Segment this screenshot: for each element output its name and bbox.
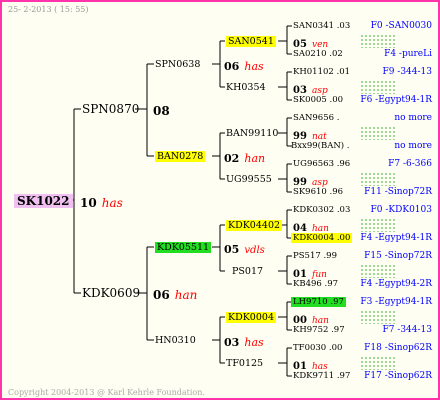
gen4-id[interactable]: PS517 .99 (293, 250, 337, 263)
dot-filler (360, 34, 396, 48)
dot-filler (360, 172, 396, 186)
gen2-id[interactable]: SPN0638 (155, 58, 200, 71)
root-node[interactable]: SK1022 (14, 193, 73, 208)
header-timestamp: 25- 2-2013 ( 15: 55) (8, 5, 89, 14)
gen4-id[interactable]: SAN9656 . (293, 112, 339, 125)
gen4-id[interactable]: KDK0004 .00 (291, 232, 353, 245)
gen3-id-text: KDK0004 (226, 312, 276, 323)
gen3-id[interactable]: KDK04402 (226, 219, 283, 232)
gen2-trait: has (244, 60, 264, 73)
gen3-id-text: KDK04402 (226, 220, 283, 231)
gen4-ref: no more (394, 113, 432, 123)
root-info: 10 has (80, 195, 123, 210)
gen4-ref: no more (394, 141, 432, 151)
root-trait: has (101, 196, 123, 210)
gen4-ref[interactable]: F4 -Egypt94-2R (360, 278, 432, 291)
gen4-id[interactable]: UG96563 .96 (293, 158, 350, 171)
gen2-trait: vdls (244, 245, 265, 256)
gen2-id-text: BAN0278 (155, 151, 206, 162)
gen4-ref[interactable]: F17 -Sinop62R (364, 370, 432, 383)
dot-filler (360, 80, 396, 94)
gen3-id[interactable]: KH0354 (226, 81, 266, 94)
dot-filler (360, 264, 396, 278)
dot-filler (360, 356, 396, 370)
gen3-id[interactable]: TF0125 (226, 357, 263, 370)
gen1-num: 08 (153, 104, 170, 118)
gen4-ref[interactable]: F0 -KDK0103 (371, 204, 432, 217)
gen4-id[interactable]: KH9752 .97 (293, 324, 345, 337)
gen4-id[interactable]: Bxx99(BAN) . (291, 140, 350, 153)
gen2-info: 02 han (224, 150, 265, 165)
root-num: 10 (80, 196, 97, 210)
gen2-num: 02 (224, 152, 240, 165)
gen2-id[interactable]: BAN0278 (155, 150, 206, 163)
root-id: SK1022 (14, 194, 73, 208)
gen4-ref[interactable]: F3 -Egypt94-1R (360, 296, 432, 309)
gen1-trait: han (174, 288, 198, 302)
gen3-id-text: SAN0541 (226, 36, 276, 47)
gen2-trait: han (244, 152, 266, 165)
dot-filler (360, 126, 396, 140)
gen4-id[interactable]: SK0005 .00 (293, 94, 343, 107)
copyright-footer: Copyright 2004-2013 @ Karl Kehrle Founda… (8, 388, 205, 397)
gen1-id[interactable]: SPN0870 (82, 103, 139, 116)
gen4-id-text: LH9710 .97 (291, 297, 346, 307)
gen2-id[interactable]: KDK05511 (155, 241, 212, 254)
dot-filler (360, 310, 396, 324)
gen4-id[interactable]: LH9710 .97 (291, 296, 346, 309)
gen2-num: 06 (224, 60, 240, 73)
gen2-id[interactable]: HN0310 (155, 334, 196, 347)
dot-filler (360, 218, 396, 232)
gen3-id[interactable]: PS017 (232, 265, 263, 278)
gen4-ref[interactable]: F7 -6-366 (388, 158, 432, 171)
gen4-id[interactable]: KH01102 .01 (293, 66, 350, 79)
gen4-id[interactable]: KDK9711 .97 (293, 370, 350, 383)
gen3-id[interactable]: SAN0541 (226, 35, 276, 48)
gen4-ref[interactable]: F4 -pureLi (384, 48, 432, 61)
gen1-id[interactable]: KDK0609 (82, 287, 140, 300)
gen4-ref[interactable]: F0 -SAN0030 (371, 20, 432, 33)
gen4-id-text: KDK0004 .00 (291, 233, 353, 243)
gen2-trait: has (244, 336, 264, 349)
gen2-info: 06 has (224, 58, 264, 73)
gen4-ref[interactable]: F15 -Sinop72R (364, 250, 432, 263)
gen4-id[interactable]: TF0030 .00 (293, 342, 342, 355)
gen1-info: 08 (153, 103, 170, 118)
gen2-id-text: KDK05511 (155, 242, 212, 253)
gen4-ref[interactable]: F9 -344-13 (382, 66, 432, 79)
gen2-num: 03 (224, 336, 240, 349)
pedigree-frame: 25- 2-2013 ( 15: 55) SK1022 10 has SPN08… (0, 0, 440, 400)
gen4-ref[interactable]: F18 -Sinop62R (364, 342, 432, 355)
gen2-info: 05 vdls (224, 241, 265, 257)
gen3-id[interactable]: UG99555 (226, 173, 272, 186)
gen3-id[interactable]: BAN99110 (226, 127, 278, 140)
gen4-id[interactable]: KDK0302 .03 (293, 204, 350, 217)
gen2-num: 05 (224, 243, 240, 256)
gen4-ref[interactable]: F4 -Egypt94-1R (360, 232, 432, 245)
gen4-id[interactable]: SAN0341 .03 (293, 20, 350, 33)
gen3-id[interactable]: KDK0004 (226, 311, 276, 324)
gen4-ref[interactable]: F6 -Egypt94-1R (360, 94, 432, 107)
gen4-ref[interactable]: F11 -Sinop72R (364, 186, 432, 199)
gen2-info: 03 has (224, 334, 264, 349)
gen4-id[interactable]: SA0210 .02 (293, 48, 343, 61)
gen1-info: 06 han (153, 287, 197, 302)
gen4-ref[interactable]: F7 -344-13 (382, 324, 432, 337)
gen1-num: 06 (153, 288, 170, 302)
gen4-id[interactable]: KB496 .97 (293, 278, 338, 291)
gen4-id[interactable]: SK9610 .96 (293, 186, 343, 199)
